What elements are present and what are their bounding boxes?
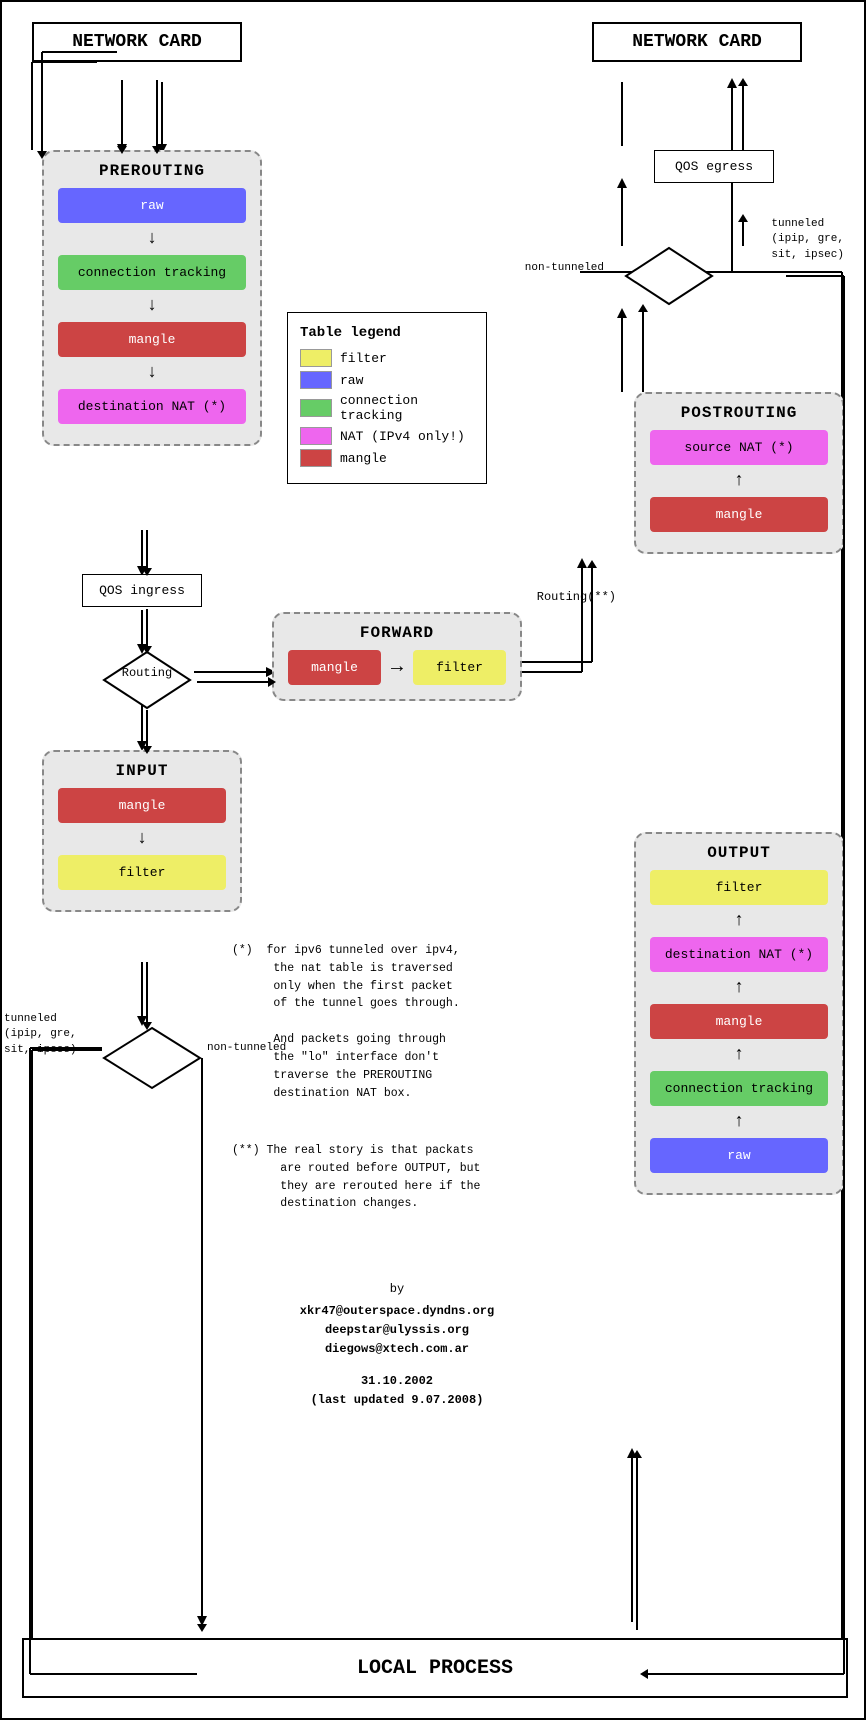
output-dst-nat: destination NAT (*) xyxy=(650,937,828,972)
network-card-right: NETWORK CARD xyxy=(592,22,802,62)
prerouting-raw: raw xyxy=(58,188,246,223)
qos-ingress: QOS ingress xyxy=(82,574,202,607)
routing-double-star-label: Routing(**) xyxy=(537,590,616,604)
legend-box: Table legend filter raw connection track… xyxy=(287,312,487,484)
note-star-label: (*) for ipv6 tunneled over ipv4, the nat… xyxy=(232,944,460,1100)
routing-diamond: Routing xyxy=(102,650,192,715)
legend-raw: raw xyxy=(300,371,474,389)
forward-chain: FORWARD mangle → filter xyxy=(272,612,522,701)
forward-title: FORWARD xyxy=(288,624,506,642)
output-raw: raw xyxy=(650,1138,828,1173)
prerouting-mangle: mangle xyxy=(58,322,246,357)
forward-arrow: → xyxy=(391,656,403,679)
by-label: by xyxy=(282,1282,512,1296)
local-process: LOCAL PROCESS xyxy=(22,1638,848,1698)
top-right-diamond xyxy=(624,246,714,311)
legend-mangle: mangle xyxy=(300,449,474,467)
network-card-left: NETWORK CARD xyxy=(32,22,242,62)
input-title: INPUT xyxy=(58,762,226,780)
input-filter: filter xyxy=(58,855,226,890)
note-double-star: (**) The real story is that packats are … xyxy=(232,1142,512,1213)
forward-mangle: mangle xyxy=(288,650,381,685)
legend-nat: NAT (IPv4 only!) xyxy=(300,427,474,445)
non-tunneled-right-label: non-tunneled xyxy=(525,262,604,274)
bottom-routing-diamond xyxy=(102,1026,202,1095)
prerouting-title: PREROUTING xyxy=(58,162,246,180)
legend-filter: filter xyxy=(300,349,474,367)
forward-filter: filter xyxy=(413,650,506,685)
input-mangle: mangle xyxy=(58,788,226,823)
qos-egress: QOS egress xyxy=(654,150,774,183)
postrouting-chain: POSTROUTING source NAT (*) ↑ mangle xyxy=(634,392,844,554)
output-title: OUTPUT xyxy=(650,844,828,862)
author-section: by xkr47@outerspace.dyndns.org deepstar@… xyxy=(282,1282,512,1410)
note-star: (*) for ipv6 tunneled over ipv4, the nat… xyxy=(232,942,512,1102)
legend-title: Table legend xyxy=(300,325,474,341)
prerouting-conntrack: connection tracking xyxy=(58,255,246,290)
input-chain: INPUT mangle ↓ filter xyxy=(42,750,242,912)
legend-conntrack: connection tracking xyxy=(300,393,474,423)
output-filter: filter xyxy=(650,870,828,905)
routing-label: Routing xyxy=(102,666,192,680)
prerouting-chain: PREROUTING raw ↓ connection tracking ↓ m… xyxy=(42,150,262,446)
tunneled-right-label: tunneled(ipip, gre,sit, ipsec) xyxy=(771,217,844,263)
postrouting-src-nat: source NAT (*) xyxy=(650,430,828,465)
main-container: NETWORK CARD NETWORK CARD PREROUTING raw… xyxy=(0,0,866,1720)
authors-label: xkr47@outerspace.dyndns.org deepstar@uly… xyxy=(282,1302,512,1360)
prerouting-dst-nat: destination NAT (*) xyxy=(58,389,246,424)
output-mangle: mangle xyxy=(650,1004,828,1039)
output-chain: OUTPUT filter ↑ destination NAT (*) ↑ ma… xyxy=(634,832,844,1195)
postrouting-mangle: mangle xyxy=(650,497,828,532)
date-label: 31.10.2002(last updated 9.07.2008) xyxy=(282,1372,512,1410)
postrouting-title: POSTROUTING xyxy=(650,404,828,422)
output-conntrack: connection tracking xyxy=(650,1071,828,1106)
note-double-star-label: (**) The real story is that packats are … xyxy=(232,1144,480,1210)
tunneled-left-label: tunneled(ipip, gre,sit, ipsec) xyxy=(4,1012,77,1058)
